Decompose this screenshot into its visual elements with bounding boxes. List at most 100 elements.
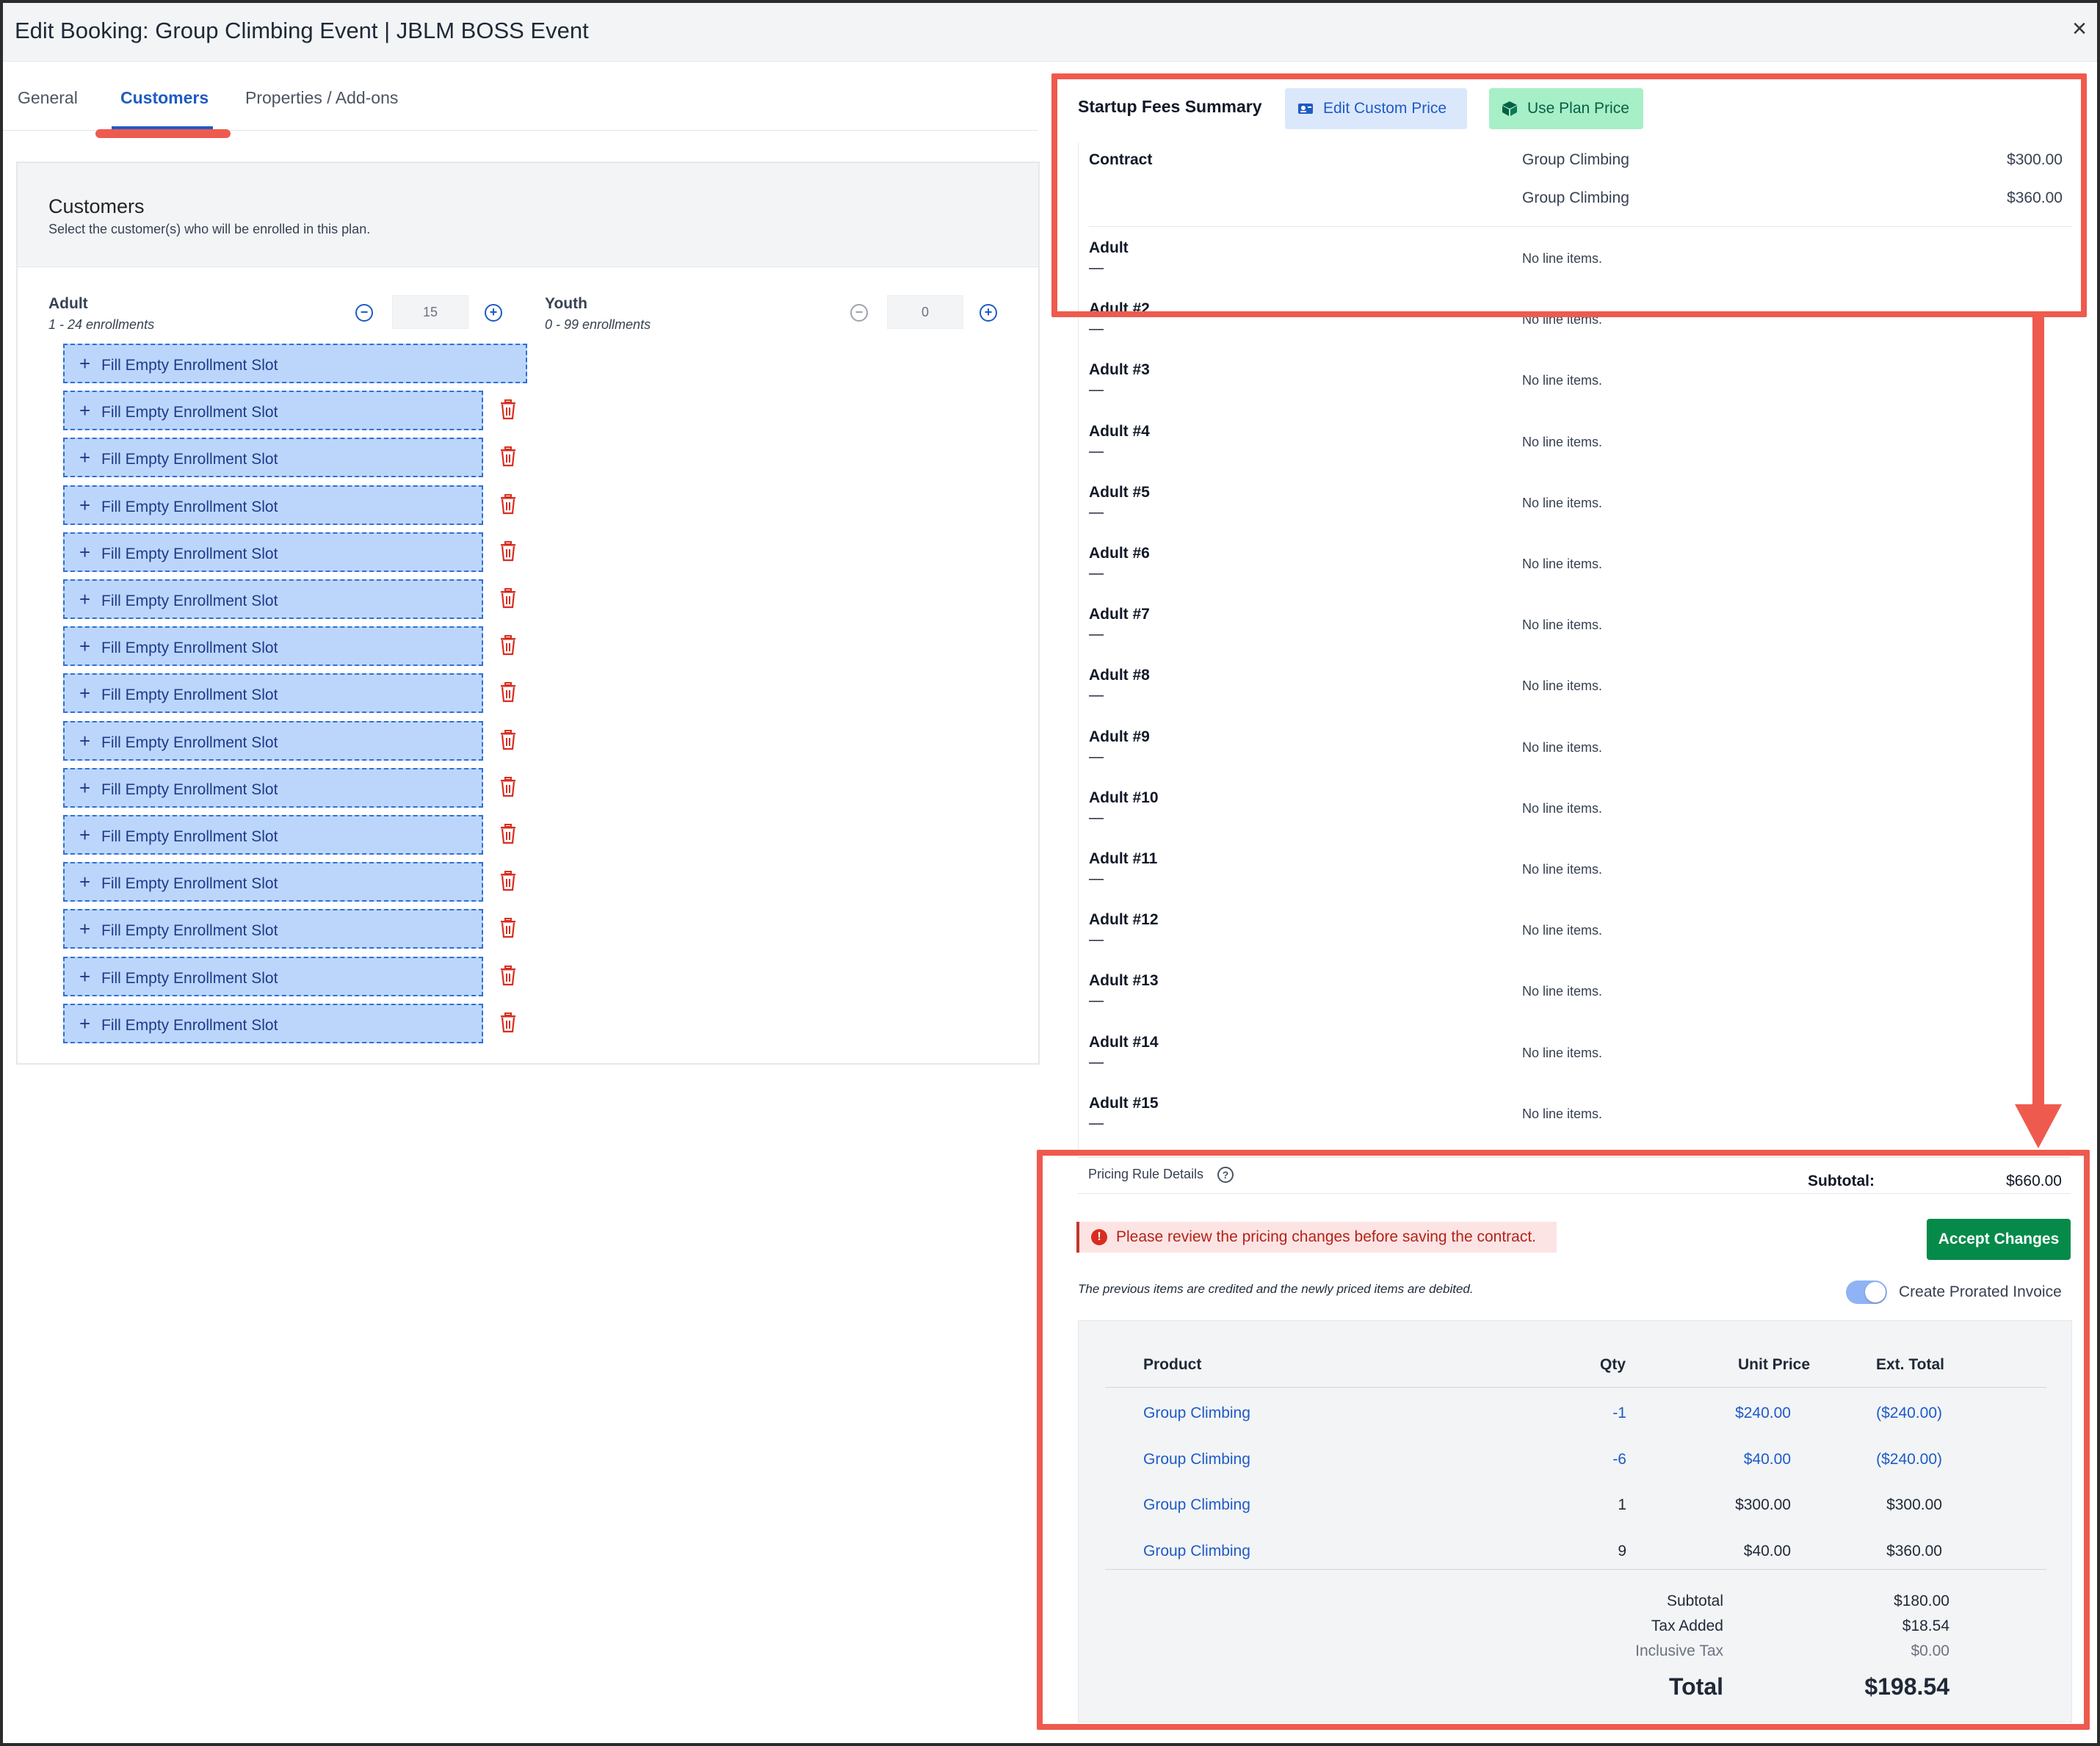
tab-customers[interactable]: Customers xyxy=(120,88,209,108)
fill-empty-slot-button[interactable]: + Fill Empty Enrollment Slot xyxy=(63,673,483,714)
slot-label: Fill Empty Enrollment Slot xyxy=(101,828,278,845)
no-line-items-text: No line items. xyxy=(1522,678,1603,694)
trash-icon[interactable] xyxy=(499,682,517,703)
annotation-arrow-head xyxy=(2015,1104,2062,1148)
trash-icon[interactable] xyxy=(499,446,517,467)
adult-fee-row: Adult #12 — No line items. xyxy=(1079,907,2071,968)
adult-dash: — xyxy=(1089,565,1104,582)
adult-label: Adult #14 xyxy=(1089,1033,1159,1051)
close-icon[interactable]: × xyxy=(2072,16,2087,41)
adult-label: Adult #8 xyxy=(1089,667,1150,684)
plus-icon: + xyxy=(79,871,91,894)
adult-dash: — xyxy=(1089,809,1104,826)
no-line-items-text: No line items. xyxy=(1522,984,1603,999)
fill-empty-slot-button[interactable]: + Fill Empty Enrollment Slot xyxy=(63,862,483,902)
adult-label: Adult #3 xyxy=(1089,361,1150,379)
trash-icon[interactable] xyxy=(499,918,517,938)
trash-icon[interactable] xyxy=(499,635,517,656)
adult-dash: — xyxy=(1089,1115,1104,1131)
trash-icon[interactable] xyxy=(499,965,517,986)
youth-count-input[interactable]: 0 xyxy=(887,295,963,329)
fill-empty-slot-button[interactable]: + Fill Empty Enrollment Slot xyxy=(63,626,483,667)
tab-general[interactable]: General xyxy=(18,88,78,108)
youth-decrement-button[interactable]: − xyxy=(850,304,868,322)
customers-subtitle: Select the customer(s) who will be enrol… xyxy=(48,222,371,236)
adult-fee-row: Adult #5 — No line items. xyxy=(1079,479,2071,540)
adult-fee-row: Adult #3 — No line items. xyxy=(1079,357,2071,418)
adult-range: 1 - 24 enrollments xyxy=(48,317,155,332)
adult-fee-row: Adult #11 — No line items. xyxy=(1079,846,2071,907)
adult-fee-row: Adult #4 — No line items. xyxy=(1079,419,2071,479)
no-line-items-text: No line items. xyxy=(1522,862,1603,877)
adult-count-input[interactable]: 15 xyxy=(392,295,468,329)
no-line-items-text: No line items. xyxy=(1522,557,1603,571)
adult-label: Adult #13 xyxy=(1089,972,1159,990)
plus-icon: + xyxy=(79,588,91,610)
plus-icon: + xyxy=(79,918,91,941)
adult-increment-button[interactable]: + xyxy=(485,304,502,322)
adult-label: Adult #15 xyxy=(1089,1094,1159,1112)
adult-label: Adult #9 xyxy=(1089,728,1150,745)
plus-icon: + xyxy=(79,682,91,705)
slot-label: Fill Empty Enrollment Slot xyxy=(101,1016,278,1034)
no-line-items-text: No line items. xyxy=(1522,1106,1603,1121)
slot-label: Fill Empty Enrollment Slot xyxy=(101,640,278,657)
trash-icon[interactable] xyxy=(499,871,517,891)
adult-fee-row: Adult #14 — No line items. xyxy=(1079,1029,2071,1090)
slot-label: Fill Empty Enrollment Slot xyxy=(101,404,278,421)
adult-decrement-button[interactable]: − xyxy=(355,304,373,322)
adult-dash: — xyxy=(1089,687,1104,704)
slot-label: Fill Empty Enrollment Slot xyxy=(101,545,278,562)
modal-header: Edit Booking: Group Climbing Event | JBL… xyxy=(3,3,2097,62)
adult-dash: — xyxy=(1089,626,1104,643)
no-line-items-text: No line items. xyxy=(1522,495,1603,510)
trash-icon[interactable] xyxy=(499,1012,517,1033)
adult-fee-row: Adult #8 — No line items. xyxy=(1079,662,2071,723)
fill-empty-slot-button[interactable]: + Fill Empty Enrollment Slot xyxy=(63,956,483,996)
adult-label: Adult #12 xyxy=(1089,911,1159,929)
trash-icon[interactable] xyxy=(499,588,517,609)
adult-fee-row: Adult #7 — No line items. xyxy=(1079,601,2071,662)
slot-label: Fill Empty Enrollment Slot xyxy=(101,498,278,515)
slot-label: Fill Empty Enrollment Slot xyxy=(101,875,278,893)
annotation-box-review xyxy=(1037,1150,2090,1730)
fill-empty-slot-button[interactable]: + Fill Empty Enrollment Slot xyxy=(63,438,483,478)
plus-icon: + xyxy=(79,399,91,422)
adult-dash: — xyxy=(1089,871,1104,887)
adult-dash: — xyxy=(1089,382,1104,399)
adult-fee-row: Adult #15 — No line items. xyxy=(1079,1090,2071,1151)
plus-icon: + xyxy=(79,776,91,799)
fill-empty-slot-button[interactable]: + Fill Empty Enrollment Slot xyxy=(63,767,483,808)
fill-empty-slot-button[interactable]: + Fill Empty Enrollment Slot xyxy=(63,485,483,525)
annotation-box-startup-fees xyxy=(1051,73,2087,317)
adult-fee-row: Adult #6 — No line items. xyxy=(1079,540,2071,601)
trash-icon[interactable] xyxy=(499,729,517,750)
no-line-items-text: No line items. xyxy=(1522,739,1603,755)
tab-properties-addons[interactable]: Properties / Add-ons xyxy=(245,88,398,108)
trash-icon[interactable] xyxy=(499,399,517,420)
fill-empty-slot-button[interactable]: + Fill Empty Enrollment Slot xyxy=(63,720,483,761)
adult-fee-row: Adult #13 — No line items. xyxy=(1079,968,2071,1029)
slot-label: Fill Empty Enrollment Slot xyxy=(101,733,278,751)
trash-icon[interactable] xyxy=(499,776,517,797)
fill-empty-slot-button[interactable]: + Fill Empty Enrollment Slot xyxy=(63,344,527,383)
fill-empty-slot-button[interactable]: + Fill Empty Enrollment Slot xyxy=(63,909,483,949)
plus-icon: + xyxy=(79,824,91,846)
trash-icon[interactable] xyxy=(499,540,517,562)
fill-empty-slot-button[interactable]: + Fill Empty Enrollment Slot xyxy=(63,815,483,855)
customers-panel: Customers Select the customer(s) who wil… xyxy=(16,162,1040,1065)
slot-label: Fill Empty Enrollment Slot xyxy=(101,357,278,374)
fill-empty-slot-button[interactable]: + Fill Empty Enrollment Slot xyxy=(63,391,483,431)
fill-empty-slot-button[interactable]: + Fill Empty Enrollment Slot xyxy=(63,1003,483,1043)
annotation-arrow xyxy=(2032,311,2044,1112)
fill-empty-slot-button[interactable]: + Fill Empty Enrollment Slot xyxy=(63,532,483,572)
youth-increment-button[interactable]: + xyxy=(980,304,997,322)
trash-icon[interactable] xyxy=(499,824,517,844)
plus-icon: + xyxy=(79,729,91,752)
slot-label: Fill Empty Enrollment Slot xyxy=(101,969,278,987)
adult-fee-row: Adult #10 — No line items. xyxy=(1079,785,2071,846)
fill-empty-slot-button[interactable]: + Fill Empty Enrollment Slot xyxy=(63,579,483,619)
adult-dash: — xyxy=(1089,932,1104,949)
customers-title: Customers xyxy=(48,195,145,217)
trash-icon[interactable] xyxy=(499,493,517,515)
